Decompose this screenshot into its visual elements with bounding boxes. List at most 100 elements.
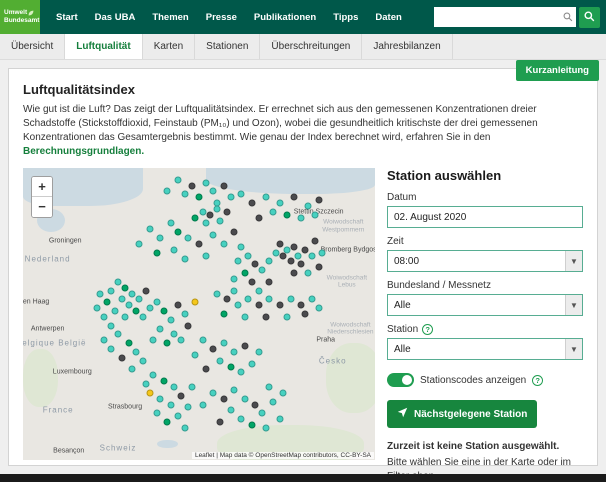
station-select[interactable]: Alle ▼ <box>387 338 583 360</box>
station-dot[interactable] <box>248 421 256 429</box>
station-dot[interactable] <box>209 231 217 239</box>
station-dot[interactable] <box>230 275 238 283</box>
station-dot[interactable] <box>191 214 199 222</box>
station-dot[interactable] <box>223 208 231 216</box>
station-dot[interactable] <box>234 257 242 265</box>
station-dot[interactable] <box>297 260 305 268</box>
station-dot[interactable] <box>241 395 249 403</box>
nav-item-themen[interactable]: Themen <box>152 12 188 23</box>
station-dot[interactable] <box>301 246 309 254</box>
station-dot[interactable] <box>237 368 245 376</box>
station-dot[interactable] <box>290 243 298 251</box>
nearest-station-button[interactable]: Nächstgelegene Station <box>387 400 538 428</box>
station-dot[interactable] <box>265 295 273 303</box>
station-dot[interactable] <box>213 205 221 213</box>
search-input[interactable] <box>434 8 554 26</box>
station-dot[interactable] <box>184 234 192 242</box>
station-dot[interactable] <box>202 252 210 260</box>
nav-item-start[interactable]: Start <box>56 12 78 23</box>
station-dot[interactable] <box>230 228 238 236</box>
station-dot[interactable] <box>216 217 224 225</box>
station-dot[interactable] <box>230 348 238 356</box>
station-dot[interactable] <box>220 182 228 190</box>
nav-item-presse[interactable]: Presse <box>206 12 237 23</box>
station-dot[interactable] <box>255 287 263 295</box>
station-dot[interactable] <box>283 211 291 219</box>
station-dot[interactable] <box>146 304 154 312</box>
station-dot[interactable] <box>279 252 287 260</box>
station-dot[interactable] <box>269 398 277 406</box>
station-dot[interactable] <box>311 237 319 245</box>
tab-überschreitungen[interactable]: Überschreitungen <box>260 34 363 59</box>
station-dot[interactable] <box>220 339 228 347</box>
station-dot[interactable] <box>174 412 182 420</box>
station-dot[interactable] <box>290 193 298 201</box>
station-dot[interactable] <box>149 336 157 344</box>
station-dot[interactable] <box>251 401 259 409</box>
tab-jahresbilanzen[interactable]: Jahresbilanzen <box>362 34 453 59</box>
station-dot[interactable] <box>209 389 217 397</box>
station-dot[interactable] <box>255 301 263 309</box>
station-dot[interactable] <box>163 339 171 347</box>
station-dot[interactable] <box>315 304 323 312</box>
station-dot[interactable] <box>156 395 164 403</box>
station-dot[interactable] <box>283 313 291 321</box>
station-dot[interactable] <box>181 255 189 263</box>
station-dot[interactable] <box>269 208 277 216</box>
station-dot[interactable] <box>174 301 182 309</box>
station-dot[interactable] <box>241 269 249 277</box>
station-dot[interactable] <box>237 190 245 198</box>
station-dot[interactable] <box>199 208 207 216</box>
station-dot[interactable] <box>132 348 140 356</box>
datum-input[interactable] <box>394 211 576 223</box>
station-dot[interactable] <box>181 190 189 198</box>
station-dot[interactable] <box>121 313 129 321</box>
station-dot[interactable] <box>170 383 178 391</box>
station-dot[interactable] <box>237 415 245 423</box>
station-dot[interactable] <box>262 313 270 321</box>
station-dot[interactable] <box>255 214 263 222</box>
station-dot[interactable] <box>216 418 224 426</box>
station-dot[interactable] <box>276 301 284 309</box>
station-dot[interactable] <box>174 176 182 184</box>
station-dot[interactable] <box>167 219 175 227</box>
tab-luftqualität[interactable]: Luftqualität <box>65 34 143 59</box>
station-dot[interactable] <box>93 304 101 312</box>
station-dot[interactable] <box>220 240 228 248</box>
station-dot[interactable] <box>297 214 305 222</box>
station-dot[interactable] <box>262 193 270 201</box>
tab-karten[interactable]: Karten <box>143 34 196 59</box>
station-dot[interactable] <box>100 336 108 344</box>
station-dot[interactable] <box>220 310 228 318</box>
station-dot[interactable] <box>315 196 323 204</box>
station-dot[interactable] <box>107 345 115 353</box>
station-dot[interactable] <box>118 354 126 362</box>
station-dot[interactable] <box>181 424 189 432</box>
station-dot[interactable] <box>177 392 185 400</box>
station-dot[interactable] <box>114 330 122 338</box>
station-dot[interactable] <box>287 257 295 265</box>
nav-item-das-uba[interactable]: Das UBA <box>95 12 136 23</box>
nav-item-tipps[interactable]: Tipps <box>333 12 358 23</box>
station-dot[interactable] <box>100 313 108 321</box>
station-dot[interactable] <box>160 307 168 315</box>
station-dot[interactable] <box>287 295 295 303</box>
station-dot[interactable] <box>177 336 185 344</box>
tab-übersicht[interactable]: Übersicht <box>0 34 66 59</box>
station-dot[interactable] <box>103 298 111 306</box>
station-dot[interactable] <box>184 322 192 330</box>
station-dot[interactable] <box>251 260 259 268</box>
station-dot[interactable] <box>276 199 284 207</box>
station-dot[interactable] <box>230 386 238 394</box>
tab-stationen[interactable]: Stationen <box>195 34 261 59</box>
station-dot[interactable] <box>216 357 224 365</box>
station-dot[interactable] <box>276 415 284 423</box>
station-dot[interactable] <box>195 193 203 201</box>
station-dot[interactable] <box>156 234 164 242</box>
station-dot[interactable] <box>167 401 175 409</box>
station-dot[interactable] <box>199 401 207 409</box>
station-dot[interactable] <box>163 418 171 426</box>
station-dot[interactable] <box>244 295 252 303</box>
station-dot[interactable] <box>125 339 133 347</box>
bundesland-select[interactable]: Alle ▼ <box>387 294 583 316</box>
